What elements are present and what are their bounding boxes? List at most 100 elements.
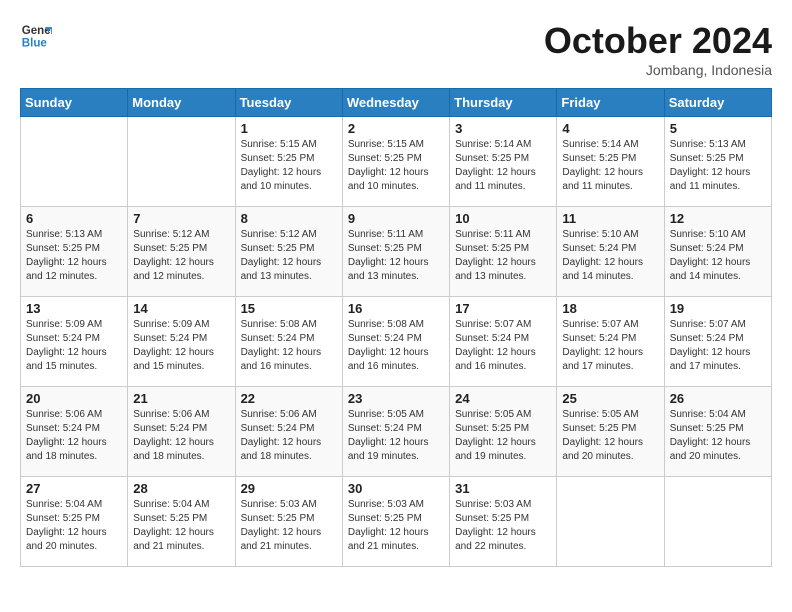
day-number: 20 (26, 391, 122, 406)
sunrise-label: Sunrise: 5:15 AM (241, 139, 317, 150)
sunrise-label: Sunrise: 5:14 AM (455, 139, 531, 150)
sunrise-label: Sunrise: 5:07 AM (455, 319, 531, 330)
day-number: 14 (133, 301, 229, 316)
calendar-cell: 28 Sunrise: 5:04 AM Sunset: 5:25 PM Dayl… (128, 477, 235, 567)
calendar-cell: 9 Sunrise: 5:11 AM Sunset: 5:25 PM Dayli… (342, 207, 449, 297)
sunrise-label: Sunrise: 5:09 AM (26, 319, 102, 330)
weekday-header-cell: Saturday (664, 89, 771, 117)
daylight-label: Daylight: 12 hours and 18 minutes. (241, 437, 322, 462)
day-info: Sunrise: 5:06 AM Sunset: 5:24 PM Dayligh… (133, 408, 229, 464)
sunrise-label: Sunrise: 5:03 AM (455, 499, 531, 510)
day-info: Sunrise: 5:05 AM Sunset: 5:25 PM Dayligh… (562, 408, 658, 464)
calendar-cell: 23 Sunrise: 5:05 AM Sunset: 5:24 PM Dayl… (342, 387, 449, 477)
sunrise-label: Sunrise: 5:04 AM (26, 499, 102, 510)
day-info: Sunrise: 5:13 AM Sunset: 5:25 PM Dayligh… (26, 228, 122, 284)
daylight-label: Daylight: 12 hours and 19 minutes. (455, 437, 536, 462)
logo: General Blue (20, 20, 52, 52)
day-number: 6 (26, 211, 122, 226)
calendar-week-row: 6 Sunrise: 5:13 AM Sunset: 5:25 PM Dayli… (21, 207, 772, 297)
day-info: Sunrise: 5:10 AM Sunset: 5:24 PM Dayligh… (670, 228, 766, 284)
sunset-label: Sunset: 5:24 PM (562, 333, 636, 344)
sunrise-label: Sunrise: 5:03 AM (241, 499, 317, 510)
calendar-week-row: 13 Sunrise: 5:09 AM Sunset: 5:24 PM Dayl… (21, 297, 772, 387)
sunset-label: Sunset: 5:25 PM (455, 243, 529, 254)
sunrise-label: Sunrise: 5:03 AM (348, 499, 424, 510)
day-info: Sunrise: 5:07 AM Sunset: 5:24 PM Dayligh… (562, 318, 658, 374)
sunrise-label: Sunrise: 5:08 AM (241, 319, 317, 330)
day-number: 8 (241, 211, 337, 226)
daylight-label: Daylight: 12 hours and 19 minutes. (348, 437, 429, 462)
daylight-label: Daylight: 12 hours and 14 minutes. (562, 257, 643, 282)
calendar-cell: 31 Sunrise: 5:03 AM Sunset: 5:25 PM Dayl… (450, 477, 557, 567)
day-info: Sunrise: 5:12 AM Sunset: 5:25 PM Dayligh… (133, 228, 229, 284)
calendar-cell: 1 Sunrise: 5:15 AM Sunset: 5:25 PM Dayli… (235, 117, 342, 207)
daylight-label: Daylight: 12 hours and 11 minutes. (670, 167, 751, 192)
title-block: October 2024 Jombang, Indonesia (544, 20, 772, 78)
calendar-cell: 2 Sunrise: 5:15 AM Sunset: 5:25 PM Dayli… (342, 117, 449, 207)
day-number: 24 (455, 391, 551, 406)
day-number: 9 (348, 211, 444, 226)
sunset-label: Sunset: 5:24 PM (670, 243, 744, 254)
day-number: 13 (26, 301, 122, 316)
day-number: 18 (562, 301, 658, 316)
logo-icon: General Blue (20, 20, 52, 52)
daylight-label: Daylight: 12 hours and 21 minutes. (133, 527, 214, 552)
sunset-label: Sunset: 5:25 PM (455, 513, 529, 524)
calendar-cell: 15 Sunrise: 5:08 AM Sunset: 5:24 PM Dayl… (235, 297, 342, 387)
calendar-week-row: 27 Sunrise: 5:04 AM Sunset: 5:25 PM Dayl… (21, 477, 772, 567)
day-number: 26 (670, 391, 766, 406)
day-info: Sunrise: 5:04 AM Sunset: 5:25 PM Dayligh… (133, 498, 229, 554)
day-info: Sunrise: 5:11 AM Sunset: 5:25 PM Dayligh… (348, 228, 444, 284)
day-info: Sunrise: 5:09 AM Sunset: 5:24 PM Dayligh… (26, 318, 122, 374)
calendar-cell: 8 Sunrise: 5:12 AM Sunset: 5:25 PM Dayli… (235, 207, 342, 297)
daylight-label: Daylight: 12 hours and 10 minutes. (348, 167, 429, 192)
sunrise-label: Sunrise: 5:14 AM (562, 139, 638, 150)
sunset-label: Sunset: 5:24 PM (348, 333, 422, 344)
sunset-label: Sunset: 5:24 PM (455, 333, 529, 344)
day-number: 16 (348, 301, 444, 316)
sunrise-label: Sunrise: 5:13 AM (670, 139, 746, 150)
weekday-header-cell: Monday (128, 89, 235, 117)
day-info: Sunrise: 5:04 AM Sunset: 5:25 PM Dayligh… (26, 498, 122, 554)
calendar-cell: 19 Sunrise: 5:07 AM Sunset: 5:24 PM Dayl… (664, 297, 771, 387)
month-title: October 2024 (544, 20, 772, 62)
day-info: Sunrise: 5:03 AM Sunset: 5:25 PM Dayligh… (455, 498, 551, 554)
calendar-cell: 13 Sunrise: 5:09 AM Sunset: 5:24 PM Dayl… (21, 297, 128, 387)
day-number: 12 (670, 211, 766, 226)
sunrise-label: Sunrise: 5:04 AM (670, 409, 746, 420)
calendar-cell: 25 Sunrise: 5:05 AM Sunset: 5:25 PM Dayl… (557, 387, 664, 477)
sunrise-label: Sunrise: 5:08 AM (348, 319, 424, 330)
sunset-label: Sunset: 5:24 PM (26, 423, 100, 434)
calendar-cell: 4 Sunrise: 5:14 AM Sunset: 5:25 PM Dayli… (557, 117, 664, 207)
calendar-week-row: 20 Sunrise: 5:06 AM Sunset: 5:24 PM Dayl… (21, 387, 772, 477)
calendar-table: SundayMondayTuesdayWednesdayThursdayFrid… (20, 88, 772, 567)
calendar-cell: 17 Sunrise: 5:07 AM Sunset: 5:24 PM Dayl… (450, 297, 557, 387)
sunrise-label: Sunrise: 5:07 AM (670, 319, 746, 330)
daylight-label: Daylight: 12 hours and 20 minutes. (562, 437, 643, 462)
calendar-cell: 24 Sunrise: 5:05 AM Sunset: 5:25 PM Dayl… (450, 387, 557, 477)
day-number: 10 (455, 211, 551, 226)
calendar-body: 1 Sunrise: 5:15 AM Sunset: 5:25 PM Dayli… (21, 117, 772, 567)
sunset-label: Sunset: 5:25 PM (241, 243, 315, 254)
sunset-label: Sunset: 5:25 PM (562, 153, 636, 164)
day-number: 11 (562, 211, 658, 226)
sunset-label: Sunset: 5:25 PM (562, 423, 636, 434)
calendar-cell: 22 Sunrise: 5:06 AM Sunset: 5:24 PM Dayl… (235, 387, 342, 477)
weekday-header-cell: Sunday (21, 89, 128, 117)
sunset-label: Sunset: 5:24 PM (26, 333, 100, 344)
sunset-label: Sunset: 5:25 PM (26, 243, 100, 254)
sunrise-label: Sunrise: 5:04 AM (133, 499, 209, 510)
day-number: 28 (133, 481, 229, 496)
calendar-cell: 10 Sunrise: 5:11 AM Sunset: 5:25 PM Dayl… (450, 207, 557, 297)
day-number: 7 (133, 211, 229, 226)
page-header: General Blue October 2024 Jombang, Indon… (20, 20, 772, 78)
calendar-cell: 16 Sunrise: 5:08 AM Sunset: 5:24 PM Dayl… (342, 297, 449, 387)
sunset-label: Sunset: 5:25 PM (455, 153, 529, 164)
calendar-cell: 20 Sunrise: 5:06 AM Sunset: 5:24 PM Dayl… (21, 387, 128, 477)
calendar-cell: 3 Sunrise: 5:14 AM Sunset: 5:25 PM Dayli… (450, 117, 557, 207)
calendar-cell (557, 477, 664, 567)
daylight-label: Daylight: 12 hours and 22 minutes. (455, 527, 536, 552)
sunset-label: Sunset: 5:25 PM (455, 423, 529, 434)
sunset-label: Sunset: 5:25 PM (348, 153, 422, 164)
sunset-label: Sunset: 5:25 PM (26, 513, 100, 524)
